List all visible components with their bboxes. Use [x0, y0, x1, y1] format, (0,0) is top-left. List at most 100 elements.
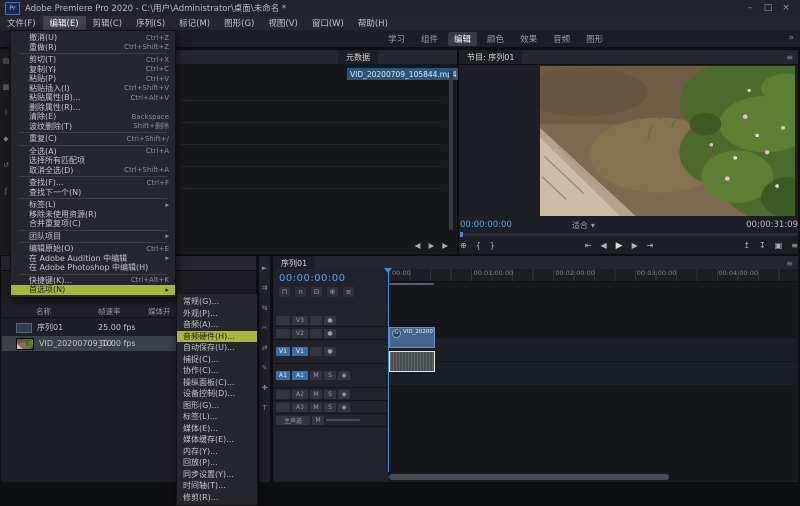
lift-icon[interactable]: ↥ — [743, 241, 750, 250]
track-select-tool[interactable]: ⇉ — [262, 284, 268, 292]
panel-menu-icon[interactable]: ≡ — [781, 259, 798, 268]
workspace-overflow-icon[interactable]: » — [788, 33, 794, 43]
source-patch[interactable] — [276, 316, 290, 325]
submenu-item-sync-settings[interactable]: 同步设置(Y)... — [177, 469, 257, 481]
menu-window[interactable]: 窗口(W) — [305, 16, 351, 30]
track-lock-icon[interactable] — [310, 329, 322, 338]
menu-markers[interactable]: 标记(M) — [172, 16, 217, 30]
panel-menu-icon[interactable]: ≡ — [781, 53, 798, 62]
program-timecode[interactable]: 00:00:00:00 — [460, 220, 512, 230]
timeline-audio-clip[interactable] — [389, 351, 435, 372]
submenu-item-media[interactable]: 媒体(E)... — [177, 423, 257, 435]
workspace-tab-color[interactable]: 颜色 — [487, 33, 504, 45]
add-marker-icon[interactable]: ⊕ — [327, 287, 338, 297]
timeline-ruler[interactable]: 00:00 00:01:00:00 00:02:00:00 00:03:00:0… — [389, 269, 797, 282]
submenu-item-device-control[interactable]: 设备控制(D)... — [177, 388, 257, 400]
submenu-item-memory[interactable]: 内存(Y)... — [177, 446, 257, 458]
track-output-eye-icon[interactable]: ● — [324, 329, 336, 338]
add-marker-icon[interactable]: ⊕ — [460, 241, 467, 250]
submenu-item-capture[interactable]: 捕捉(C)... — [177, 354, 257, 366]
source-patch[interactable] — [276, 403, 290, 412]
play-button[interactable]: ▶ — [616, 241, 623, 251]
source-patch[interactable] — [276, 390, 290, 399]
track-mute-button[interactable]: M — [310, 403, 322, 412]
timeline-horizontal-scrollbar[interactable] — [389, 474, 669, 480]
submenu-item-trim[interactable]: 修剪(R)... — [177, 492, 257, 504]
source-patch-v1[interactable]: V1 — [276, 347, 290, 356]
track-solo-button[interactable]: S — [324, 390, 336, 399]
menu-item-preferences[interactable]: 首选项(N)▸ — [11, 285, 175, 295]
maximize-button[interactable]: □ — [759, 3, 777, 13]
track-mute-button[interactable]: M — [312, 416, 324, 425]
voiceover-mic-icon[interactable]: ◉ — [338, 371, 350, 380]
razor-tool[interactable]: ✂ — [262, 324, 268, 332]
menu-item-deselect-all[interactable]: 取消全选(D)Ctrl+Shift+A — [11, 166, 175, 176]
track-target-a2[interactable]: A2 — [292, 390, 308, 399]
menu-item-consolidate-duplicates[interactable]: 合并重复项(C) — [11, 219, 175, 229]
ripple-edit-tool[interactable]: ⇆ — [262, 304, 268, 312]
playhead[interactable] — [388, 268, 389, 472]
column-media-start[interactable]: 媒体开 — [148, 306, 171, 317]
menu-edit[interactable]: 编辑(E) — [43, 16, 86, 30]
program-scrub-bar[interactable] — [460, 233, 798, 236]
export-frame-icon[interactable]: ▣ — [775, 241, 783, 250]
menu-clip[interactable]: 剪辑(C) — [86, 16, 130, 30]
submenu-item-appearance[interactable]: 外观(P)... — [177, 308, 257, 320]
submenu-item-labels[interactable]: 标签(L)... — [177, 411, 257, 423]
submenu-item-control-surface[interactable]: 操纵面板(C)... — [177, 377, 257, 389]
minimize-button[interactable]: – — [741, 3, 759, 13]
source-patch-a1[interactable]: A1 — [276, 371, 290, 380]
scrollbar[interactable] — [449, 70, 453, 230]
workspace-tab-audio[interactable]: 音频 — [553, 33, 570, 45]
workspace-tab-graphics[interactable]: 图形 — [586, 33, 603, 45]
menu-item-edit-in-photoshop[interactable]: 在 Adobe Photoshop 中编辑(H) — [11, 263, 175, 273]
close-button[interactable]: × — [777, 3, 795, 13]
go-to-out-icon[interactable]: ⇥ — [647, 241, 654, 251]
menu-graphics[interactable]: 图形(G) — [217, 16, 261, 30]
selection-tool[interactable]: ► — [262, 264, 267, 272]
menu-view[interactable]: 视图(V) — [261, 16, 304, 30]
pen-tool[interactable]: ✎ — [262, 364, 268, 372]
linked-selection-icon[interactable]: ⊡ — [311, 287, 322, 297]
play-icon[interactable]: ▶ — [428, 241, 434, 250]
track-output-eye-icon[interactable]: ● — [324, 347, 336, 356]
workspace-tab-assembly[interactable]: 组件 — [421, 33, 438, 45]
workspace-tab-editing[interactable]: 编辑 — [448, 32, 477, 46]
track-mute-button[interactable]: M — [310, 390, 322, 399]
tab-program-monitor[interactable]: 节目: 序列01 — [459, 50, 522, 64]
column-framerate[interactable]: 帧速率 — [98, 306, 121, 317]
timeline-timecode[interactable]: 00:00:00:00 — [279, 273, 346, 284]
workspace-tab-learning[interactable]: 学习 — [388, 33, 405, 45]
track-target-a3[interactable]: A3 — [292, 403, 308, 412]
voiceover-mic-icon[interactable]: ◉ — [338, 390, 350, 399]
hand-tool[interactable]: ✚ — [262, 384, 268, 392]
timeline-settings-icon[interactable]: ≡ — [343, 287, 354, 297]
markers-icon[interactable]: ◆ — [3, 135, 8, 143]
track-lock-icon[interactable] — [310, 316, 322, 325]
submenu-item-playback[interactable]: 回放(P)... — [177, 457, 257, 469]
zoom-fit-dropdown[interactable]: 适合 ▾ — [572, 220, 595, 231]
track-target-v3[interactable]: V3 — [292, 316, 308, 325]
track-target-v1[interactable]: V1 — [292, 347, 308, 356]
step-back-icon[interactable]: ◀ — [415, 241, 421, 250]
menu-item-team-projects[interactable]: 团队项目▸ — [11, 232, 175, 242]
master-track-label[interactable]: 主声道 — [276, 416, 310, 425]
tab-metadata[interactable]: 元数据 — [338, 50, 378, 64]
media-browser-icon[interactable]: ▤ — [3, 57, 10, 65]
column-name[interactable]: 名称 — [36, 306, 51, 317]
track-solo-button[interactable]: S — [324, 403, 336, 412]
snap-icon[interactable]: ∩ — [295, 287, 306, 297]
track-lock-icon[interactable] — [310, 347, 322, 356]
go-to-in-icon[interactable]: ⇤ — [585, 241, 592, 251]
effects-icon[interactable]: ƒ — [5, 187, 7, 195]
submenu-item-audio[interactable]: 音频(A)... — [177, 319, 257, 331]
track-target-v2[interactable]: V2 — [292, 329, 308, 338]
master-fader[interactable] — [326, 419, 360, 421]
timeline-video-clip[interactable]: fx VID_2020075 — [389, 327, 435, 348]
menu-item-find-next[interactable]: 查找下一个(N) — [11, 188, 175, 198]
slip-tool[interactable]: ⇄ — [262, 344, 268, 352]
menu-file[interactable]: 文件(F) — [0, 16, 43, 30]
type-tool[interactable]: T — [262, 404, 266, 412]
menu-item-redo[interactable]: 重做(R)Ctrl+Shift+Z — [11, 43, 175, 53]
submenu-item-timeline[interactable]: 时间轴(T)... — [177, 480, 257, 492]
